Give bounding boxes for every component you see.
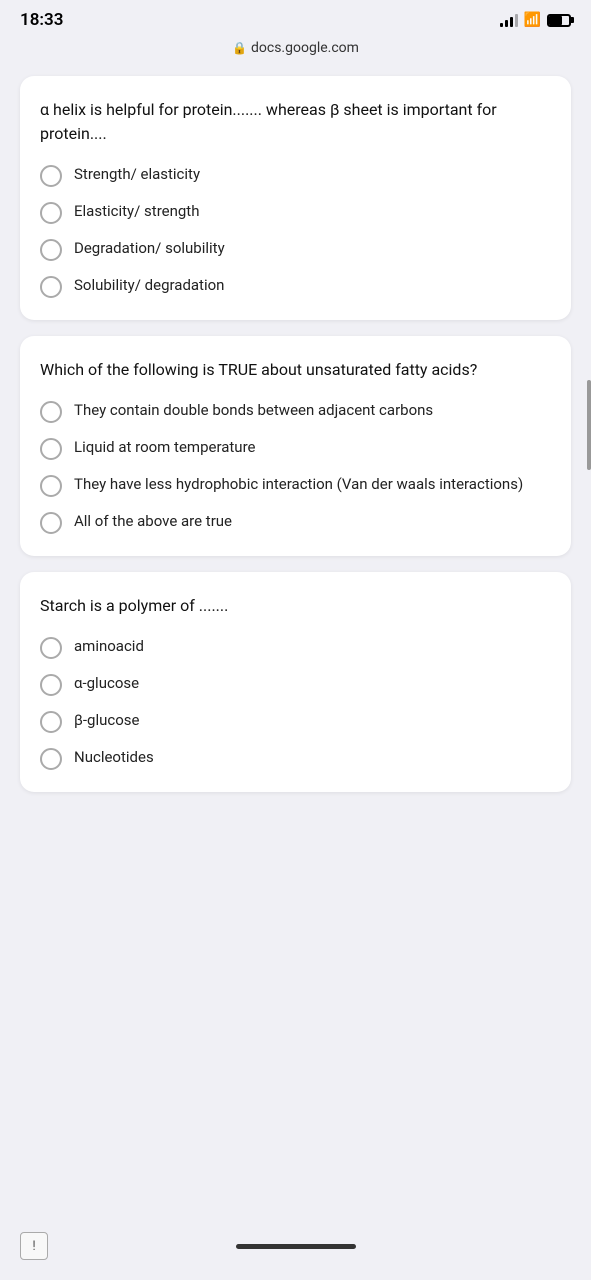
option-q2a[interactable]: They contain double bonds between adjace… [40, 400, 551, 423]
home-indicator[interactable] [236, 1244, 356, 1249]
radio-q2d[interactable] [40, 512, 62, 534]
option-label-q1d: Solubility/ degradation [74, 275, 224, 297]
bottom-bar: ! [0, 1226, 591, 1280]
option-q3b[interactable]: α-glucose [40, 673, 551, 696]
option-label-q1c: Degradation/ solubility [74, 238, 225, 260]
battery-icon [547, 14, 571, 27]
option-label-q2a: They contain double bonds between adjace… [74, 400, 433, 422]
option-q3a[interactable]: aminoacid [40, 636, 551, 659]
radio-q1a[interactable] [40, 165, 62, 187]
option-label-q1a: Strength/ elasticity [74, 164, 200, 186]
option-label-q3d: Nucleotides [74, 747, 154, 769]
option-label-q2b: Liquid at room temperature [74, 437, 255, 459]
signal-icon [500, 13, 518, 27]
lock-icon: 🔒 [232, 41, 247, 55]
option-label-q3c: β-glucose [74, 710, 139, 732]
radio-q2a[interactable] [40, 401, 62, 423]
option-q1a[interactable]: Strength/ elasticity [40, 164, 551, 187]
content-area: α helix is helpful for protein....... wh… [0, 66, 591, 878]
options-3: aminoacid α-glucose β-glucose Nucleotide… [40, 636, 551, 770]
question-card-3: Starch is a polymer of ....... aminoacid… [20, 572, 571, 792]
option-label-q2d: All of the above are true [74, 511, 232, 533]
radio-q1c[interactable] [40, 239, 62, 261]
question-text-2: Which of the following is TRUE about uns… [40, 358, 551, 382]
radio-q3a[interactable] [40, 637, 62, 659]
radio-q3b[interactable] [40, 674, 62, 696]
option-q3d[interactable]: Nucleotides [40, 747, 551, 770]
option-label-q3b: α-glucose [74, 673, 139, 695]
wifi-icon: 📶 [524, 12, 541, 28]
status-icons: 📶 [500, 12, 571, 28]
scrollbar[interactable] [587, 380, 591, 470]
radio-q1d[interactable] [40, 276, 62, 298]
url-text: docs.google.com [251, 40, 359, 56]
info-button-label: ! [32, 1239, 35, 1254]
radio-q3d[interactable] [40, 748, 62, 770]
option-label-q2c: They have less hydrophobic interaction (… [74, 474, 523, 496]
options-1: Strength/ elasticity Elasticity/ strengt… [40, 164, 551, 298]
radio-q2b[interactable] [40, 438, 62, 460]
radio-q2c[interactable] [40, 475, 62, 497]
option-label-q3a: aminoacid [74, 636, 144, 658]
options-2: They contain double bonds between adjace… [40, 400, 551, 534]
option-label-q1b: Elasticity/ strength [74, 201, 199, 223]
radio-q3c[interactable] [40, 711, 62, 733]
question-card-1: α helix is helpful for protein....... wh… [20, 76, 571, 320]
option-q1d[interactable]: Solubility/ degradation [40, 275, 551, 298]
url-bar: 🔒 docs.google.com [0, 36, 591, 66]
status-bar: 18:33 📶 [0, 0, 591, 36]
option-q1c[interactable]: Degradation/ solubility [40, 238, 551, 261]
option-q2c[interactable]: They have less hydrophobic interaction (… [40, 474, 551, 497]
option-q2b[interactable]: Liquid at room temperature [40, 437, 551, 460]
status-time: 18:33 [20, 10, 63, 30]
question-text-1: α helix is helpful for protein....... wh… [40, 98, 551, 146]
option-q3c[interactable]: β-glucose [40, 710, 551, 733]
option-q2d[interactable]: All of the above are true [40, 511, 551, 534]
info-button[interactable]: ! [20, 1232, 48, 1260]
option-q1b[interactable]: Elasticity/ strength [40, 201, 551, 224]
radio-q1b[interactable] [40, 202, 62, 224]
question-card-2: Which of the following is TRUE about uns… [20, 336, 571, 556]
question-text-3: Starch is a polymer of ....... [40, 594, 551, 618]
